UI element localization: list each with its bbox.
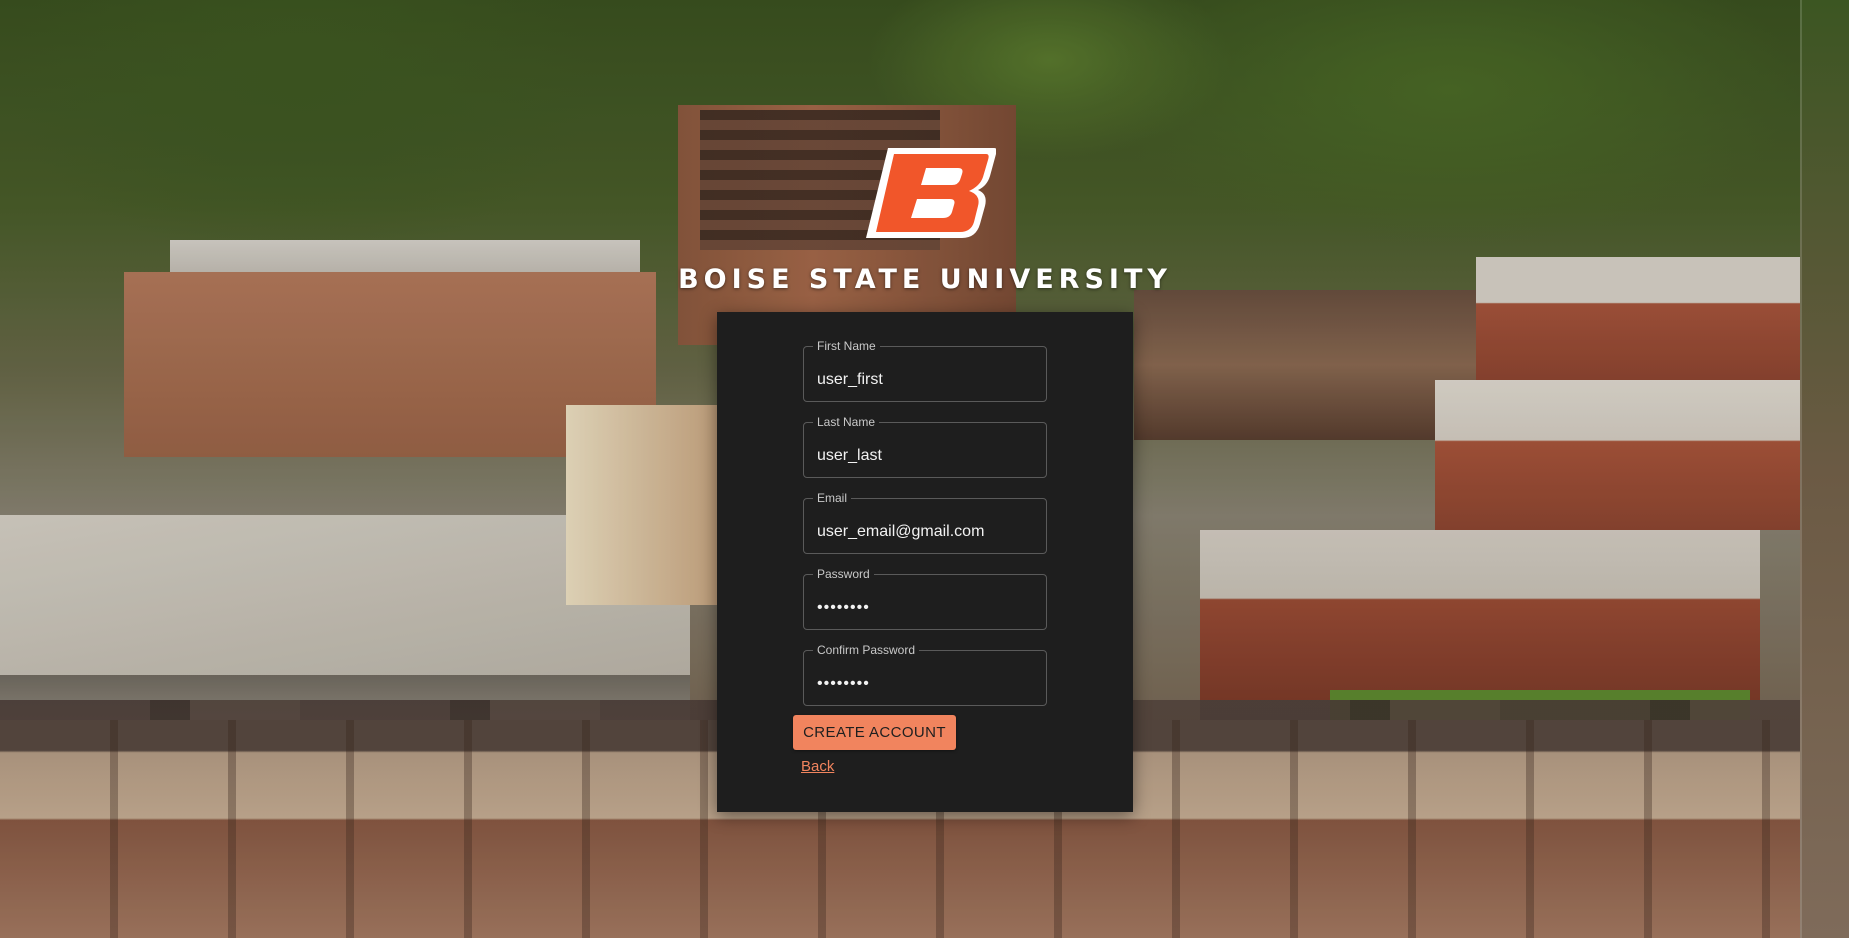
email-field: Email <box>803 490 1047 554</box>
last-name-input[interactable] <box>804 423 1046 477</box>
first-name-field: First Name <box>803 338 1047 402</box>
password-input[interactable] <box>804 575 1046 629</box>
background-edge-strip <box>1800 0 1849 938</box>
confirm-password-label: Confirm Password <box>813 642 920 658</box>
last-name-label: Last Name <box>813 414 880 430</box>
confirm-password-input[interactable] <box>804 651 1046 705</box>
email-label: Email <box>813 490 852 506</box>
confirm-password-field: Confirm Password <box>803 642 1047 706</box>
create-account-form: First Name Last Name Email Password Conf… <box>717 312 1133 812</box>
create-account-button[interactable]: CREATE ACCOUNT <box>793 715 956 750</box>
password-field: Password <box>803 566 1047 630</box>
email-input[interactable] <box>804 499 1046 553</box>
university-name: BOISE STATE UNIVERSITY <box>678 264 1172 295</box>
first-name-label: First Name <box>813 338 880 354</box>
password-label: Password <box>813 566 874 582</box>
back-link[interactable]: Back <box>801 758 834 775</box>
last-name-field: Last Name <box>803 414 1047 478</box>
first-name-input[interactable] <box>804 347 1046 401</box>
boise-state-b-logo <box>866 148 996 238</box>
